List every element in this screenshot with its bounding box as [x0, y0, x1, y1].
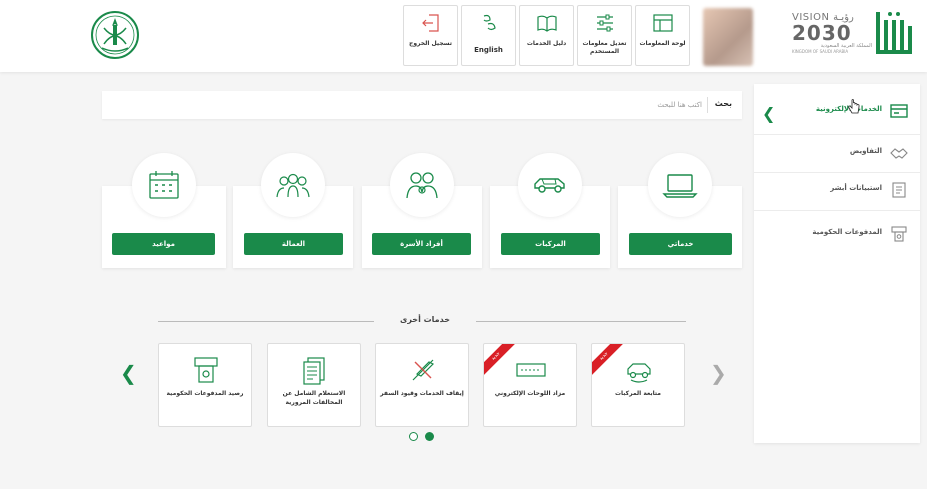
other-service-card[interactable]: الاستعلام الشامل عن المخالفات المرورية	[267, 343, 361, 427]
carousel-prev-icon[interactable]: ❮	[120, 363, 137, 383]
workers-icon	[276, 173, 310, 198]
search-input[interactable]	[402, 97, 702, 113]
other-services-title: خدمات أخرى	[400, 315, 450, 324]
car-icon	[534, 178, 565, 193]
service-icon-circle	[132, 153, 196, 217]
other-service-card[interactable]: رصيد المدفوعات الحكومية	[158, 343, 252, 427]
new-badge: جديد	[484, 344, 518, 378]
government-payments-icon	[891, 226, 907, 242]
family-icon	[406, 172, 438, 199]
new-badge-label: جديد	[484, 344, 517, 378]
sidebar-item-surveys[interactable]: استبيانات أبشر	[754, 173, 920, 207]
sidebar: ❮ الخدمات الإلكترونية التفاويض استبيانات…	[754, 84, 920, 443]
sidebar-item-delegations[interactable]: التفاويض	[754, 136, 920, 170]
absher-logo-icon	[876, 12, 912, 54]
nav-logout-label: تسجيل الخروج	[409, 40, 452, 47]
service-icon-circle	[390, 153, 454, 217]
nav-edit-user[interactable]: تعديل معلومات المستخدم	[577, 5, 632, 66]
hand-cursor-icon	[848, 99, 860, 114]
vehicles-button[interactable]: المركبات	[501, 233, 600, 255]
payment-balance-icon	[194, 357, 218, 383]
plate-icon	[516, 363, 546, 377]
book-icon	[536, 15, 557, 32]
nav-edit-user-label: تعديل معلومات المستخدم	[582, 40, 627, 55]
sliders-icon	[596, 14, 613, 32]
ministry-crest-icon	[91, 11, 139, 59]
avatar[interactable]	[703, 8, 753, 66]
sidebar-item-gov-payments[interactable]: المدفوعات الحكومية	[754, 217, 920, 251]
eservices-icon	[890, 104, 908, 118]
other-service-label: الاستعلام الشامل عن المخالفات المرورية	[282, 390, 346, 406]
logout-icon	[421, 14, 439, 32]
sidebar-item-label: استبيانات أبشر	[830, 184, 882, 192]
sidebar-item-label: المدفوعات الحكومية	[812, 228, 882, 236]
sidebar-divider	[754, 134, 920, 135]
top-header: تسجيل الخروج English دليل الخدمات تعديل …	[0, 0, 927, 72]
other-service-label: إيقاف الخدمات وقيود السفر	[380, 390, 464, 397]
sidebar-item-label: التفاويض	[849, 147, 882, 155]
other-service-card[interactable]: جديد مزاد اللوحات الإلكتروني	[483, 343, 577, 427]
dashboard-icon	[652, 14, 673, 32]
calendar-icon	[149, 171, 179, 199]
vision-year: 2030	[792, 21, 852, 45]
sidebar-item-eservices[interactable]: ❮ الخدمات الإلكترونية	[754, 94, 920, 128]
nav-dashboard-label: لوحة المعلومات	[639, 40, 686, 47]
carousel-dot-active[interactable]	[425, 432, 434, 441]
service-icon-circle	[518, 153, 582, 217]
service-icon-circle	[261, 153, 325, 217]
search-bar: بحث	[102, 91, 742, 119]
sidebar-divider	[754, 210, 920, 211]
nav-services-guide[interactable]: دليل الخدمات	[519, 5, 574, 66]
other-service-card[interactable]: جديد متابعة المركبات	[591, 343, 685, 427]
other-service-label: مزاد اللوحات الإلكتروني	[494, 390, 566, 397]
car-follow-icon	[627, 363, 651, 383]
other-service-label: متابعة المركبات	[614, 390, 662, 397]
search-button[interactable]: بحث	[715, 99, 732, 108]
section-divider-left	[158, 321, 374, 322]
travel-ban-icon	[412, 359, 435, 381]
workers-button[interactable]: العمالة	[244, 233, 343, 255]
chevron-left-icon[interactable]: ❮	[762, 106, 775, 122]
other-service-card[interactable]: إيقاف الخدمات وقيود السفر	[375, 343, 469, 427]
search-divider	[707, 97, 708, 113]
nav-dashboard[interactable]: لوحة المعلومات	[635, 5, 690, 66]
nav-logout[interactable]: تسجيل الخروج	[403, 5, 458, 66]
family-members-button[interactable]: أفراد الأسرة	[372, 233, 471, 255]
new-badge-label: جديد	[592, 344, 625, 378]
survey-icon	[892, 182, 906, 198]
service-icon-circle	[648, 153, 712, 217]
violations-icon	[303, 357, 325, 385]
laptop-icon	[662, 174, 698, 198]
nav-services-guide-label: دليل الخدمات	[526, 40, 567, 47]
nav-english[interactable]: English	[461, 5, 516, 66]
handshake-icon	[890, 148, 908, 159]
section-divider-right	[476, 321, 686, 322]
vision-2030-logo: VISION رؤيـة 2030 المملكة العربية السعود…	[792, 12, 872, 67]
new-badge: جديد	[592, 344, 626, 378]
vision-country-en: KINGDOM OF SAUDI ARABIA	[792, 49, 849, 54]
my-services-button[interactable]: خدماتي	[629, 233, 732, 255]
carousel-dot[interactable]	[409, 432, 418, 441]
nav-english-label: English	[474, 46, 503, 54]
appointments-button[interactable]: مواعيد	[112, 233, 215, 255]
language-icon	[483, 14, 496, 31]
carousel-next-icon[interactable]: ❯	[710, 363, 727, 383]
other-service-label: رصيد المدفوعات الحكومية	[166, 390, 244, 397]
